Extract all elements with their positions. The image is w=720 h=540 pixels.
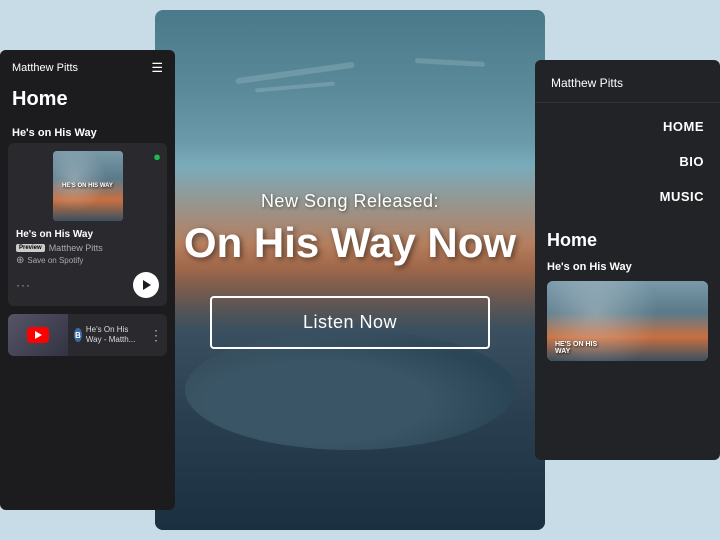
yt-channel-avatar: B [74, 328, 82, 342]
listen-now-button[interactable]: Listen Now [210, 296, 490, 349]
yt-play-icon [35, 331, 42, 339]
spotify-artist: Matthew Pitts [49, 243, 103, 253]
yt-thumbnail [8, 314, 68, 356]
right-album-art: HE'S ON HISWAY [547, 281, 708, 361]
right-panel: Matthew Pitts HOME BIO MUSIC Home He's o… [535, 60, 720, 460]
right-header-title: Matthew Pitts [551, 76, 623, 90]
spotify-song-title: He's on His Way [16, 229, 159, 240]
right-card-title: He's on His Way [535, 257, 720, 281]
right-nav: HOME BIO MUSIC [535, 103, 720, 220]
save-icon[interactable]: ⊕ [16, 255, 24, 266]
nav-item-bio[interactable]: BIO [535, 144, 720, 179]
album-art: HE'S ON HIS WAY [53, 151, 123, 221]
left-panel: Matthew Pitts ☰ Home He's on His Way ● H… [0, 50, 175, 510]
yt-more-icon[interactable]: ⋮ [145, 327, 167, 344]
center-panel: New Song Released: On His Way Now Listen… [155, 10, 545, 530]
yt-title: He's On His Way - Matth... [86, 325, 139, 346]
spotify-save-label: Save on Spotify [27, 256, 83, 265]
preview-badge: Preview [16, 244, 45, 252]
album-art-text: HE'S ON HIS WAY [62, 183, 113, 189]
play-triangle-icon [143, 280, 151, 290]
center-title: On His Way Now [184, 220, 516, 266]
youtube-row[interactable]: B He's On His Way - Matth... ⋮ [8, 314, 167, 356]
left-home-label: Home [12, 88, 68, 110]
nav-item-home[interactable]: HOME [535, 109, 720, 144]
youtube-icon [27, 327, 49, 343]
hamburger-icon[interactable]: ☰ [151, 60, 163, 76]
spotify-card: ● HE'S ON HIS WAY He's on His Way Previe… [8, 143, 167, 306]
left-section-title: He's on His Way [0, 121, 175, 143]
more-options-icon[interactable]: ··· [16, 278, 31, 292]
right-album-text: HE'S ON HISWAY [555, 341, 597, 355]
spotify-icon: ● [153, 149, 161, 164]
right-home-label: Home [535, 220, 720, 257]
left-header-title: Matthew Pitts [12, 62, 78, 74]
play-button[interactable] [133, 272, 159, 298]
center-subtitle: New Song Released: [184, 191, 516, 212]
nav-item-music[interactable]: MUSIC [535, 179, 720, 214]
